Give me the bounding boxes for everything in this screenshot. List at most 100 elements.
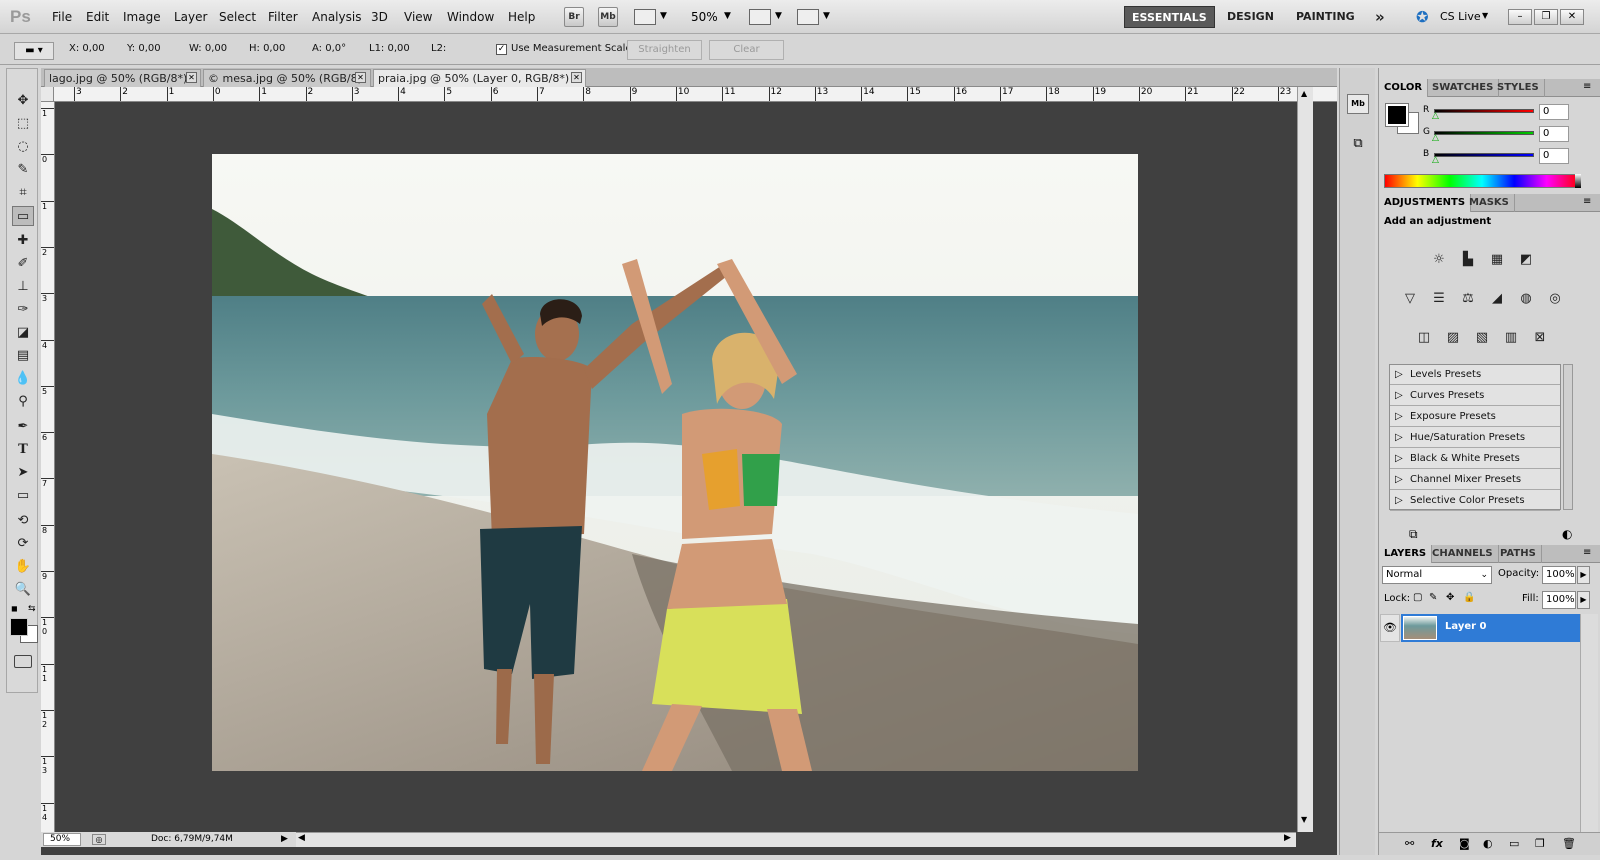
presets-scrollbar[interactable]	[1563, 364, 1573, 510]
dodge-tool-icon[interactable]: ⚲	[12, 392, 34, 412]
view-previous-icon[interactable]: ◐	[1562, 527, 1572, 541]
hand-tool-icon[interactable]: ✋	[12, 557, 34, 577]
gradient-tool-icon[interactable]: ▤	[12, 346, 34, 366]
menu-select[interactable]: Select	[219, 10, 256, 24]
preset-exposure[interactable]: ▷ Exposure Presets	[1390, 407, 1560, 427]
opacity-field[interactable]: 100%	[1542, 566, 1576, 584]
fill-slider-arrow-icon[interactable]: ▶	[1577, 591, 1590, 609]
chevron-down-icon[interactable]: ▼	[823, 11, 830, 21]
menu-file[interactable]: File	[52, 10, 72, 24]
minibridge-button[interactable]: Mb	[598, 7, 618, 27]
tab-channels[interactable]: CHANNELS	[1427, 545, 1499, 563]
new-layer-icon[interactable]: ❐	[1535, 837, 1545, 850]
g-value[interactable]: 0	[1539, 126, 1569, 142]
tab-layers[interactable]: LAYERS	[1379, 545, 1433, 563]
opacity-slider-arrow-icon[interactable]: ▶	[1577, 566, 1590, 584]
layers-scrollbar[interactable]	[1580, 614, 1598, 832]
tab-color[interactable]: COLOR	[1379, 79, 1429, 97]
channel-mixer-icon[interactable]: ◎	[1544, 288, 1566, 310]
add-mask-icon[interactable]: ◙	[1459, 837, 1470, 850]
default-colors-icon[interactable]: ◼	[11, 604, 18, 613]
b-slider-thumb[interactable]: △	[1432, 155, 1439, 165]
status-menu-arrow-icon[interactable]: ▶	[281, 832, 288, 846]
exposure-icon[interactable]: ◩	[1515, 249, 1537, 271]
link-layers-icon[interactable]: ⚯	[1405, 837, 1414, 850]
move-tool-icon[interactable]: ✥	[12, 91, 34, 111]
menu-image[interactable]: Image	[123, 10, 161, 24]
tab-mesa[interactable]: © mesa.jpg @ 50% (RGB/8)	[203, 69, 371, 87]
brightness-contrast-icon[interactable]: ☼	[1428, 249, 1450, 271]
chevron-down-icon[interactable]: ▼	[724, 11, 731, 21]
b-value[interactable]: 0	[1539, 148, 1569, 164]
panel-menu-icon[interactable]: ≡	[1583, 81, 1591, 92]
scroll-left-icon[interactable]: ◀	[298, 833, 305, 843]
invert-icon[interactable]: ◫	[1413, 327, 1435, 349]
straighten-button[interactable]: Straighten	[627, 40, 702, 60]
delete-layer-icon[interactable]: 🗑	[1562, 837, 1576, 850]
minimize-button[interactable]: –	[1508, 9, 1532, 25]
restore-button[interactable]: ❐	[1534, 9, 1558, 25]
healing-brush-tool-icon[interactable]: ✚	[12, 231, 34, 251]
new-adjustment-layer-icon[interactable]: ◐	[1483, 837, 1493, 850]
history-brush-tool-icon[interactable]: ✑	[12, 300, 34, 320]
status-info-icon[interactable]: ◎	[92, 834, 106, 845]
gradient-map-icon[interactable]: ▥	[1500, 327, 1522, 349]
scroll-down-icon[interactable]: ▼	[1301, 815, 1307, 824]
horizontal-scrollbar[interactable]: ◀ ▶	[296, 832, 1296, 847]
expand-arrow-icon[interactable]: ▷	[1395, 428, 1403, 448]
minibridge-panel-icon[interactable]: Mb	[1347, 94, 1369, 114]
new-group-icon[interactable]: ▭	[1509, 837, 1519, 850]
workspace-design[interactable]: DESIGN	[1220, 6, 1281, 28]
view-extras-icon[interactable]	[634, 9, 656, 25]
hue-saturation-icon[interactable]: ☰	[1428, 288, 1450, 310]
chevron-down-icon[interactable]: ▼	[775, 11, 782, 21]
quick-mask-icon[interactable]	[14, 655, 32, 668]
blend-mode-select[interactable]: Normal ⌄	[1382, 566, 1492, 584]
menu-window[interactable]: Window	[447, 10, 494, 24]
r-slider[interactable]	[1434, 109, 1534, 113]
lock-pixels-icon[interactable]: ✎	[1429, 592, 1437, 603]
expand-arrow-icon[interactable]: ▷	[1395, 491, 1403, 511]
marquee-tool-icon[interactable]: ⬚	[12, 114, 34, 134]
layer-visibility-eye-icon[interactable]: 👁	[1380, 614, 1400, 642]
threshold-icon[interactable]: ▧	[1471, 327, 1493, 349]
lasso-tool-icon[interactable]: ◌	[12, 137, 34, 157]
photo-filter-icon[interactable]: ◍	[1515, 288, 1537, 310]
layer-row-layer-0[interactable]: Layer 0	[1401, 614, 1580, 642]
r-slider-thumb[interactable]: △	[1432, 111, 1439, 121]
layer-style-icon[interactable]: fx	[1431, 837, 1443, 850]
color-foreground-swatch[interactable]	[1385, 103, 1409, 127]
vertical-ruler[interactable]: 101234567891 01 11 21 31 4	[41, 102, 55, 832]
fill-field[interactable]: 100%	[1542, 591, 1576, 609]
chevron-down-icon[interactable]: ▼	[1482, 11, 1488, 20]
3d-orbit-tool-icon[interactable]: ⟳	[12, 534, 34, 554]
cs-live-button[interactable]: CS Live	[1440, 10, 1481, 23]
close-icon[interactable]: ✕	[186, 72, 197, 83]
use-measurement-scale-checkbox[interactable]: ✓	[496, 44, 507, 55]
brush-tool-icon[interactable]: ✐	[12, 254, 34, 274]
crop-tool-icon[interactable]: ⌗	[12, 183, 34, 203]
lock-all-icon[interactable]: 🔒	[1463, 592, 1475, 603]
preset-black-white[interactable]: ▷ Black & White Presets	[1390, 449, 1560, 469]
zoom-level[interactable]: 50%	[691, 10, 718, 24]
g-slider[interactable]	[1434, 131, 1534, 135]
clone-stamp-tool-icon[interactable]: ⊥	[12, 277, 34, 297]
posterize-icon[interactable]: ▨	[1442, 327, 1464, 349]
canvas-image[interactable]	[212, 154, 1138, 771]
workspace-painting[interactable]: PAINTING	[1289, 6, 1362, 28]
close-button[interactable]: ✕	[1560, 9, 1584, 25]
tab-swatches[interactable]: SWATCHES	[1427, 79, 1500, 97]
menu-3d[interactable]: 3D	[371, 10, 388, 24]
g-slider-thumb[interactable]: △	[1432, 133, 1439, 143]
preset-curves[interactable]: ▷ Curves Presets	[1390, 386, 1560, 406]
vibrance-icon[interactable]: ▽	[1399, 288, 1421, 310]
clear-button[interactable]: Clear	[709, 40, 784, 60]
scroll-right-icon[interactable]: ▶	[1284, 833, 1291, 843]
foreground-color-swatch[interactable]	[10, 618, 28, 636]
levels-icon[interactable]: ▙	[1457, 249, 1479, 271]
color-balance-icon[interactable]: ⚖	[1457, 288, 1479, 310]
tab-praia[interactable]: praia.jpg @ 50% (Layer 0, RGB/8*) *	[373, 69, 586, 87]
tab-styles[interactable]: STYLES	[1492, 79, 1545, 97]
color-spectrum-ramp[interactable]	[1384, 174, 1580, 188]
zoom-tool-icon[interactable]: 🔍	[12, 580, 34, 600]
